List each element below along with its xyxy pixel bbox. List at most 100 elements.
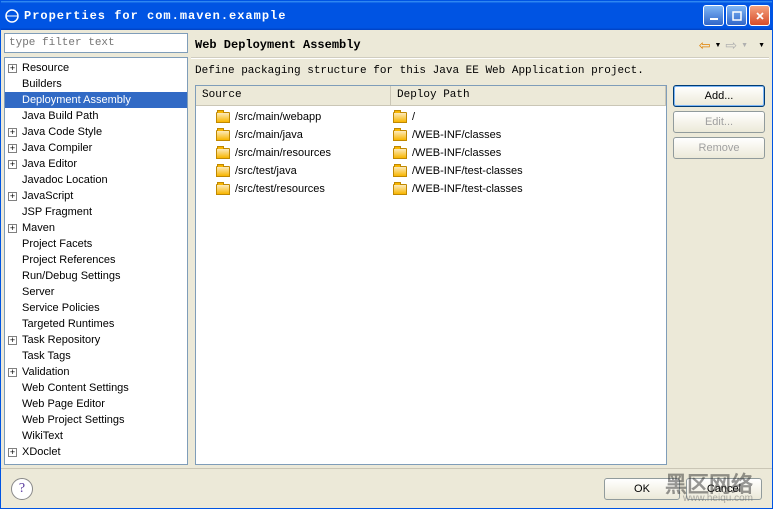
tree-item-label: Deployment Assembly	[20, 93, 133, 107]
folder-icon	[216, 130, 230, 141]
tree-item-label: WikiText	[20, 429, 65, 443]
deploy-path: /	[412, 111, 415, 123]
tree-expander-icon[interactable]: +	[8, 144, 17, 153]
tree-expander-icon[interactable]: +	[8, 224, 17, 233]
tree-item-label: Targeted Runtimes	[20, 317, 116, 331]
page-title: Web Deployment Assembly	[195, 38, 699, 52]
tree-item[interactable]: JSP Fragment	[5, 204, 187, 220]
table-row[interactable]: /src/test/java/WEB-INF/test-classes	[196, 162, 666, 180]
source-path: /src/main/java	[235, 129, 303, 141]
minimize-button[interactable]	[703, 5, 724, 26]
tree-item[interactable]: Javadoc Location	[5, 172, 187, 188]
tree-item[interactable]: Project References	[5, 252, 187, 268]
tree-item[interactable]: Builders	[5, 76, 187, 92]
tree-item-label: Builders	[20, 77, 64, 91]
footer: ? OK Cancel	[1, 468, 772, 508]
tree-expander-icon[interactable]: +	[8, 336, 17, 345]
tree-item-label: Resource	[20, 61, 71, 75]
tree-item[interactable]: Web Project Settings	[5, 412, 187, 428]
forward-dropdown: ▼	[741, 42, 748, 49]
tree-item[interactable]: Project Facets	[5, 236, 187, 252]
folder-icon	[393, 130, 407, 141]
tree-item[interactable]: Web Page Editor	[5, 396, 187, 412]
table-row[interactable]: /src/main/resources/WEB-INF/classes	[196, 144, 666, 162]
tree-item[interactable]: Deployment Assembly	[5, 92, 187, 108]
column-deploy[interactable]: Deploy Path	[391, 86, 666, 105]
close-button[interactable]	[749, 5, 770, 26]
table-row[interactable]: /src/test/resources/WEB-INF/test-classes	[196, 180, 666, 198]
folder-icon	[216, 112, 230, 123]
sidebar: +ResourceBuildersDeployment AssemblyJava…	[4, 33, 188, 465]
tree-expander-icon[interactable]: +	[8, 160, 17, 169]
tree-expander-icon[interactable]: +	[8, 192, 17, 201]
tree-item-label: Run/Debug Settings	[20, 269, 122, 283]
tree-item[interactable]: +Resource	[5, 60, 187, 76]
tree-item-label: JSP Fragment	[20, 205, 94, 219]
deploy-path: /WEB-INF/test-classes	[412, 183, 523, 195]
tree-item[interactable]: +Java Code Style	[5, 124, 187, 140]
tree-item[interactable]: +Java Editor	[5, 156, 187, 172]
tree-expander-icon[interactable]: +	[8, 64, 17, 73]
tree-item[interactable]: Service Policies	[5, 300, 187, 316]
help-icon[interactable]: ?	[11, 478, 33, 500]
tree-item[interactable]: +Maven	[5, 220, 187, 236]
tree-expander-icon[interactable]: +	[8, 128, 17, 137]
tree-item[interactable]: +Validation	[5, 364, 187, 380]
eclipse-icon	[4, 8, 20, 24]
tree-item-label: Project Facets	[20, 237, 94, 251]
deploy-path: /WEB-INF/classes	[412, 129, 501, 141]
deploy-path: /WEB-INF/test-classes	[412, 165, 523, 177]
source-path: /src/main/webapp	[235, 111, 321, 123]
view-menu[interactable]: ▼	[758, 42, 765, 49]
filter-input[interactable]	[4, 33, 188, 53]
tree-item-label: Server	[20, 285, 56, 299]
folder-icon	[216, 184, 230, 195]
add-button[interactable]: Add...	[673, 85, 765, 107]
tree-item-label: XDoclet	[20, 445, 63, 459]
tree-item-label: Web Page Editor	[20, 397, 107, 411]
tree-item[interactable]: Targeted Runtimes	[5, 316, 187, 332]
window-title: Properties for com.maven.example	[24, 9, 703, 23]
tree-item[interactable]: Server	[5, 284, 187, 300]
source-path: /src/test/resources	[235, 183, 325, 195]
tree-item[interactable]: +XDoclet	[5, 444, 187, 460]
tree-item[interactable]: Task Tags	[5, 348, 187, 364]
tree-item[interactable]: +JavaScript	[5, 188, 187, 204]
tree-item[interactable]: Web Content Settings	[5, 380, 187, 396]
description: Define packaging structure for this Java…	[191, 65, 769, 85]
properties-tree[interactable]: +ResourceBuildersDeployment AssemblyJava…	[4, 57, 188, 465]
tree-item[interactable]: +Java Compiler	[5, 140, 187, 156]
tree-item-label: Service Policies	[20, 301, 102, 315]
table-row[interactable]: /src/main/webapp /	[196, 108, 666, 126]
source-path: /src/main/resources	[235, 147, 331, 159]
back-button[interactable]: ⇦	[699, 37, 711, 54]
forward-button: ⇨	[725, 37, 737, 54]
tree-expander-icon[interactable]: +	[8, 448, 17, 457]
deploy-path: /WEB-INF/classes	[412, 147, 501, 159]
tree-item-label: Task Repository	[20, 333, 102, 347]
tree-item[interactable]: +Task Repository	[5, 332, 187, 348]
assembly-table[interactable]: Source Deploy Path /src/main/webapp//src…	[195, 85, 667, 465]
folder-icon	[216, 148, 230, 159]
tree-item-label: Java Build Path	[20, 109, 100, 123]
column-source[interactable]: Source	[196, 86, 391, 105]
tree-item[interactable]: Java Build Path	[5, 108, 187, 124]
separator	[191, 57, 769, 59]
source-path: /src/test/java	[235, 165, 297, 177]
maximize-button[interactable]	[726, 5, 747, 26]
back-dropdown[interactable]: ▼	[714, 42, 721, 49]
tree-expander-icon[interactable]: +	[8, 368, 17, 377]
remove-button: Remove	[673, 137, 765, 159]
tree-item-label: Project References	[20, 253, 118, 267]
folder-icon	[393, 184, 407, 195]
tree-item-label: Java Compiler	[20, 141, 94, 155]
table-row[interactable]: /src/main/java/WEB-INF/classes	[196, 126, 666, 144]
tree-item[interactable]: Run/Debug Settings	[5, 268, 187, 284]
tree-item[interactable]: WikiText	[5, 428, 187, 444]
tree-item-label: Java Editor	[20, 157, 79, 171]
ok-button[interactable]: OK	[604, 478, 680, 500]
folder-icon	[393, 112, 407, 123]
folder-icon	[393, 166, 407, 177]
cancel-button[interactable]: Cancel	[686, 478, 762, 500]
tree-item-label: Maven	[20, 221, 57, 235]
